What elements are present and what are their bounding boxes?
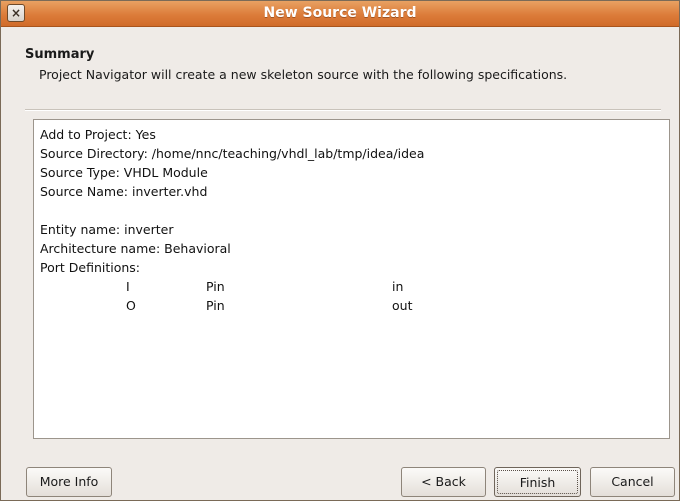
source-type-line: Source Type: VHDL Module <box>40 165 208 180</box>
source-name-line: Source Name: inverter.vhd <box>40 184 208 199</box>
port-type: Pin <box>206 279 225 294</box>
back-button[interactable]: < Back <box>401 467 486 497</box>
finish-button[interactable]: Finish <box>494 467 581 497</box>
port-definitions-label: Port Definitions: <box>40 260 141 275</box>
port-name: I <box>126 279 130 294</box>
finish-button-label: Finish <box>497 470 578 494</box>
port-direction: out <box>392 298 413 313</box>
title-bar[interactable]: × New Source Wizard <box>1 1 679 27</box>
port-row: O Pin out <box>40 296 663 315</box>
summary-text-area[interactable]: Add to Project: Yes Source Directory: /h… <box>33 119 670 439</box>
summary-description: Project Navigator will create a new skel… <box>39 67 568 82</box>
new-source-wizard-dialog: × New Source Wizard Summary Project Navi… <box>0 0 680 501</box>
separator <box>25 109 661 111</box>
port-row: I Pin in <box>40 277 663 296</box>
port-type: Pin <box>206 298 225 313</box>
cancel-button[interactable]: Cancel <box>590 467 675 497</box>
add-to-project-line: Add to Project: Yes <box>40 127 156 142</box>
entity-name-line: Entity name: inverter <box>40 222 174 237</box>
source-directory-line: Source Directory: /home/nnc/teaching/vhd… <box>40 146 425 161</box>
more-info-button[interactable]: More Info <box>26 467 112 497</box>
summary-heading: Summary <box>25 47 95 62</box>
window-title: New Source Wizard <box>263 5 417 21</box>
port-name: O <box>126 298 136 313</box>
port-direction: in <box>392 279 404 294</box>
architecture-name-line: Architecture name: Behavioral <box>40 241 231 256</box>
